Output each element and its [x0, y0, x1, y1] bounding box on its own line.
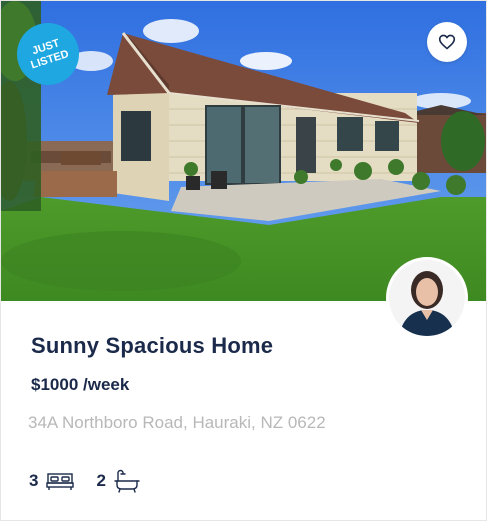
- bathtub-icon: [114, 469, 140, 493]
- bed-icon: [46, 473, 75, 490]
- property-photo[interactable]: JUST LISTED: [1, 1, 486, 301]
- listing-title[interactable]: Sunny Spacious Home: [31, 333, 273, 359]
- heart-outline-icon: [438, 34, 456, 50]
- listing-address: 34A Northboro Road, Hauraki, NZ 0622: [28, 413, 326, 432]
- bedrooms-count: 3: [29, 471, 39, 490]
- listing-features: 3 2: [29, 469, 162, 493]
- favorite-button[interactable]: [427, 22, 467, 62]
- listing-card[interactable]: JUST LISTED Sunny Spacious Home $1000 /w…: [0, 0, 487, 521]
- bedrooms-feature: 3: [29, 471, 75, 491]
- listing-price: $1000 /week: [31, 375, 130, 394]
- bathrooms-feature: 2: [96, 469, 140, 493]
- agent-photo: [389, 260, 465, 336]
- agent-avatar[interactable]: [386, 257, 468, 339]
- bathrooms-count: 2: [96, 471, 106, 490]
